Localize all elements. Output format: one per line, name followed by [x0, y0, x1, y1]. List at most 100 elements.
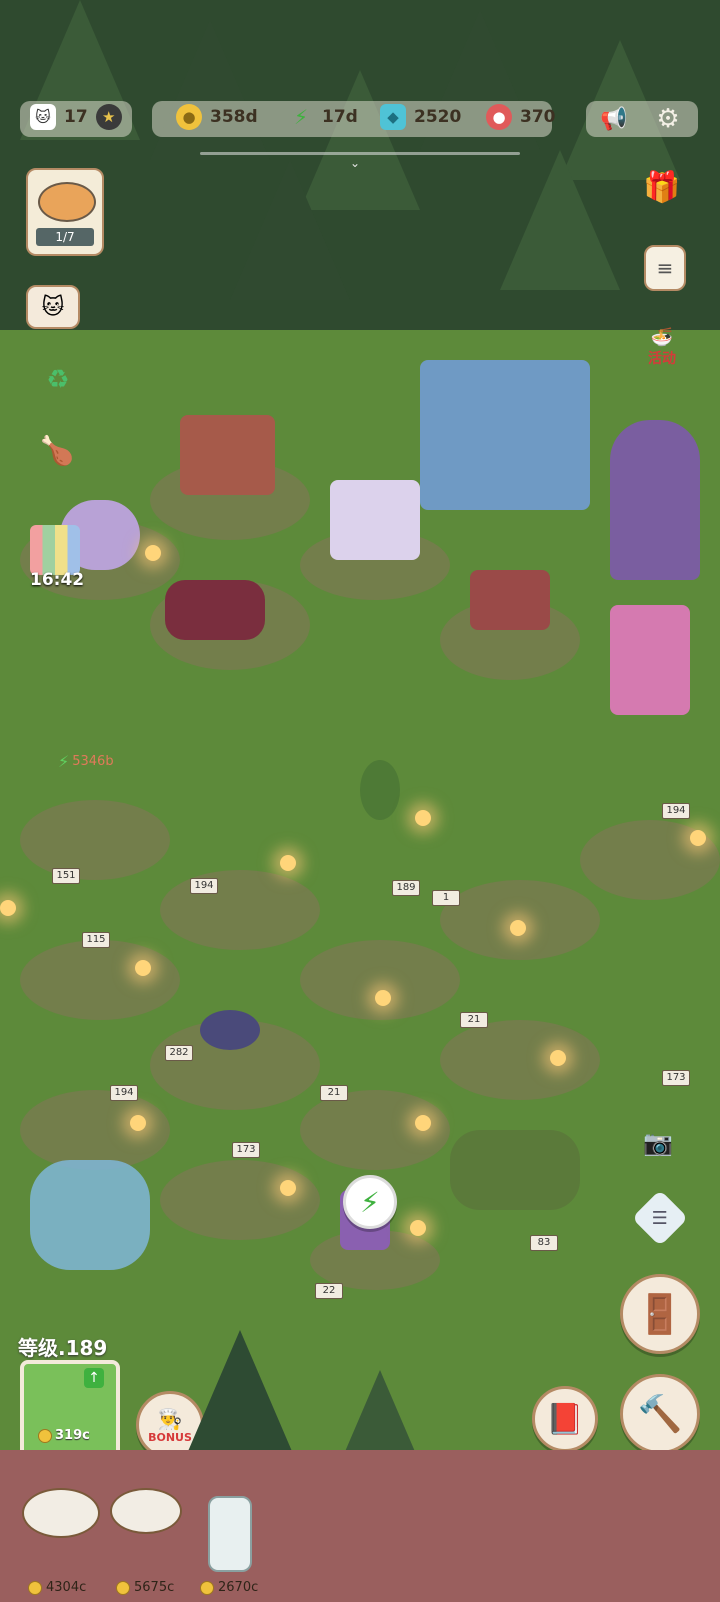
milk-jar[interactable]: [208, 1496, 252, 1572]
door-icon: 🚪: [636, 1291, 684, 1336]
market-stall[interactable]: [330, 480, 420, 560]
station-level-sign: 194: [190, 878, 218, 894]
claw-machine[interactable]: [610, 605, 690, 715]
lantern-light: [415, 1115, 431, 1131]
gear-icon[interactable]: ⚙: [650, 104, 686, 134]
star-icon: ★: [95, 104, 122, 130]
pine-tree: [500, 150, 620, 290]
list-icon: ☰: [651, 1207, 669, 1229]
chevron-down-icon[interactable]: ⌄: [350, 156, 360, 170]
dirt-patch: [20, 940, 180, 1020]
event-timer: 16:42: [30, 570, 85, 590]
station-level-sign: 21: [460, 1012, 488, 1028]
coin-icon: [200, 1580, 214, 1595]
shelf-price: 2670c: [200, 1580, 258, 1595]
lightning-icon: ⚡: [58, 752, 70, 771]
cat-face-icon: 🐱: [30, 104, 56, 130]
lantern-light: [280, 855, 296, 871]
gems-value: 2520: [414, 107, 462, 127]
dirt-patch: [160, 1160, 320, 1240]
dirt-patch: [20, 800, 170, 880]
pine-tree: [150, 20, 270, 160]
magic-portal[interactable]: [610, 420, 700, 580]
coin-icon: ●: [176, 104, 202, 130]
shelf-price-value: 2670c: [218, 1580, 259, 1595]
roast-food-icon[interactable]: 🍗: [30, 430, 84, 470]
station-level-sign: 173: [232, 1142, 260, 1158]
meat-icon: ●: [486, 104, 512, 130]
lantern-light: [510, 920, 526, 936]
lantern-light: [415, 810, 431, 826]
camera-icon[interactable]: 📷: [638, 1125, 678, 1161]
recipe-book-button[interactable]: 📕: [532, 1386, 598, 1452]
soup-bowl[interactable]: [110, 1488, 182, 1534]
dirt-patch: [300, 940, 460, 1020]
cats-count: 17: [64, 107, 88, 127]
station-level-sign: 173: [662, 1070, 690, 1086]
announcement-icon[interactable]: 📢: [594, 104, 634, 134]
shop-chest-icon[interactable]: 🎁: [640, 165, 684, 209]
lantern-light: [0, 900, 16, 916]
energy-income-value: 5346b: [72, 754, 114, 769]
dirt-patch: [440, 1020, 600, 1100]
cats-counter[interactable]: 🐱 17 ★: [30, 104, 122, 130]
coins-counter[interactable]: ● 358d: [176, 104, 258, 130]
lightning-icon: ⚡: [360, 1185, 380, 1219]
shelf-price: 5675c: [116, 1580, 174, 1595]
upgrade-cost-value: 319c: [55, 1428, 90, 1443]
book-icon: 📕: [546, 1401, 584, 1437]
build-hammer-button[interactable]: 🔨: [620, 1374, 700, 1454]
station-level-sign: 22: [315, 1283, 343, 1299]
pine-tree: [230, 160, 350, 300]
lantern-light: [410, 1220, 426, 1236]
lantern-light: [145, 545, 161, 561]
station-level-sign: 83: [530, 1235, 558, 1251]
dirt-patch: [20, 1090, 170, 1170]
lantern-light: [135, 960, 151, 976]
hammer-icon: 🔨: [637, 1394, 683, 1435]
meat-counter[interactable]: ● 370: [486, 104, 556, 130]
event-button[interactable]: 🍜 活动: [636, 325, 688, 369]
water-tank[interactable]: [30, 1160, 150, 1270]
mini-game-icon[interactable]: [30, 525, 80, 575]
palm-tree[interactable]: [360, 760, 400, 820]
event-label: 活动: [648, 350, 676, 367]
cat-chat-icon: 🐱: [41, 294, 65, 320]
notice-board[interactable]: [180, 415, 275, 495]
coin-icon: [116, 1580, 130, 1595]
door-button[interactable]: 🚪: [620, 1274, 700, 1354]
coin-icon: [38, 1428, 52, 1443]
cooking-pot[interactable]: [200, 1010, 260, 1050]
station-level-sign: 151: [52, 868, 80, 884]
gems-counter[interactable]: ◆ 2520: [380, 104, 461, 130]
energy-counter[interactable]: ⚡ 17d: [288, 104, 358, 130]
cat-chat-button[interactable]: 🐱: [26, 285, 80, 329]
chef-hat-icon: 👨‍🍳: [157, 1406, 183, 1431]
order-card[interactable]: 1/7: [26, 168, 104, 256]
dirt-patch: [160, 870, 320, 950]
collect-energy-bubble[interactable]: ⚡: [343, 1175, 397, 1229]
refresh-icon[interactable]: ♻: [38, 360, 78, 400]
shelf-price-value: 4304c: [46, 1580, 87, 1595]
cottage-house[interactable]: [420, 360, 590, 510]
station-level-sign: 282: [165, 1045, 193, 1061]
lantern-light: [550, 1050, 566, 1066]
flower-bed: [450, 1130, 580, 1210]
dish-icon: [38, 182, 96, 222]
wooden-shelf: [0, 1450, 720, 1602]
jam-jars[interactable]: [165, 580, 265, 640]
arrow-up-icon: ↑: [84, 1368, 104, 1388]
checklist-icon[interactable]: ≡: [644, 245, 686, 291]
upgrade-card[interactable]: ↑ 319c: [20, 1360, 120, 1460]
player-level: 等级.189: [18, 1336, 108, 1360]
upgrade-cost: 319c: [38, 1428, 90, 1443]
sushi-plate[interactable]: [22, 1488, 100, 1538]
lantern-light: [690, 830, 706, 846]
coins-value: 358d: [210, 107, 258, 127]
pine-tree: [180, 1330, 300, 1470]
treasure-chest[interactable]: [470, 570, 550, 630]
lightning-icon: ⚡: [293, 105, 309, 129]
lantern-light: [375, 990, 391, 1006]
station-level-sign: 21: [320, 1085, 348, 1101]
station-level-sign: 194: [110, 1085, 138, 1101]
